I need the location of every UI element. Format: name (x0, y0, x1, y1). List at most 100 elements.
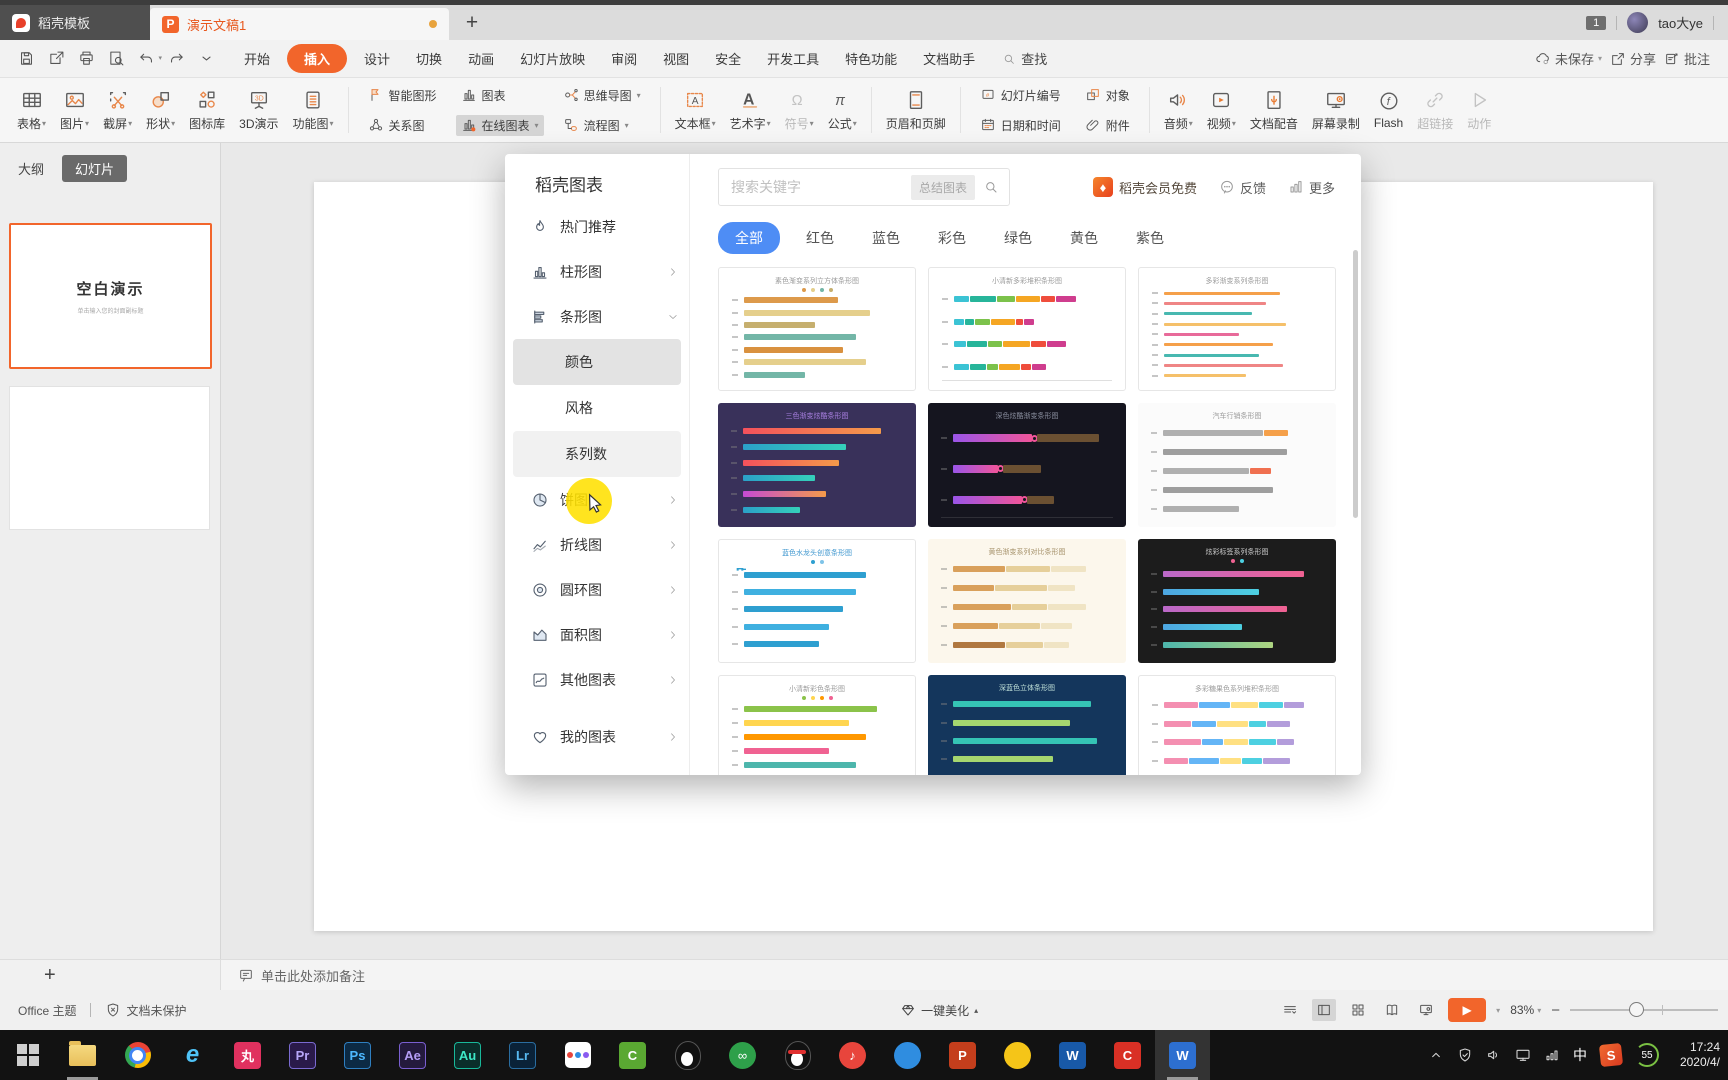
qq[interactable] (660, 1030, 715, 1080)
find-button[interactable]: 查找 (1002, 49, 1047, 68)
red-penguin-app[interactable] (770, 1030, 825, 1080)
redo-icon[interactable] (168, 50, 185, 67)
print-icon[interactable] (78, 50, 95, 67)
audition[interactable]: Au (440, 1030, 495, 1080)
photoshop[interactable]: Ps (330, 1030, 385, 1080)
toolbar-日期和时间-button[interactable]: 日期和时间 (975, 115, 1066, 136)
toolbar-附件-button[interactable]: 附件 (1080, 115, 1135, 136)
chart-template-card[interactable]: 黄色渐变系列对比条形图 (928, 539, 1126, 663)
toolbar-Flash-button[interactable]: f Flash (1367, 88, 1410, 132)
chart-menu-风格[interactable]: 风格 (505, 385, 689, 431)
color-tab-绿色[interactable]: 绿色 (992, 223, 1044, 253)
chart-search-box[interactable]: 总结图表 (718, 168, 1010, 206)
toolbar-表格-button[interactable]: 表格 ▾ (10, 87, 53, 134)
network-icon[interactable] (1544, 1047, 1560, 1063)
toolbar-截屏-button[interactable]: 截屏 ▾ (96, 87, 139, 134)
toolbar-文本框-button[interactable]: A 文本框 ▾ (668, 87, 723, 134)
share-button[interactable]: 分享 (1610, 49, 1656, 68)
ribbon-tab-文档助手[interactable]: 文档助手 (910, 44, 988, 73)
notes-toggle-button[interactable] (1278, 999, 1302, 1021)
after-effects[interactable]: Ae (385, 1030, 440, 1080)
camtasia[interactable]: C (605, 1030, 660, 1080)
document-protect-button[interactable]: 文档未保护 (105, 1002, 186, 1019)
chrome-browser[interactable] (110, 1030, 165, 1080)
music-app[interactable]: ♪ (825, 1030, 880, 1080)
lightroom[interactable]: Lr (495, 1030, 550, 1080)
internet-explorer[interactable]: e (165, 1030, 220, 1080)
window-count-badge[interactable]: 1 (1586, 15, 1607, 30)
office-theme-button[interactable]: Office 主题 (18, 1002, 76, 1019)
chart-menu-热门推荐[interactable]: 热门推荐 (505, 204, 689, 249)
new-tab-button[interactable]: + (449, 5, 495, 40)
save-icon[interactable] (18, 50, 35, 67)
ime-indicator[interactable]: 中 (1573, 1045, 1587, 1065)
chart-template-card[interactable]: 多彩渐变系列条形图 (1138, 267, 1336, 391)
search-icon[interactable] (983, 179, 999, 195)
toolbar-流程图-button[interactable]: 流程图 ▾ (558, 115, 646, 136)
play-slideshow-button[interactable]: ▶ (1448, 998, 1487, 1022)
chart-template-card[interactable]: 炫彩标签系列条形图 (1138, 539, 1336, 663)
undo-icon[interactable] (138, 50, 162, 67)
slide-sorter-view-button[interactable] (1346, 999, 1370, 1021)
chart-menu-我的图表[interactable]: 我的图表 (505, 714, 689, 759)
toolbar-公式-button[interactable]: π 公式 ▾ (821, 87, 864, 134)
color-tab-紫色[interactable]: 紫色 (1124, 223, 1176, 253)
ribbon-tab-视图[interactable]: 视图 (650, 44, 702, 73)
toolbar-页眉和页脚-button[interactable]: 页眉和页脚 (879, 87, 953, 134)
docer-templates-tab[interactable]: 稻壳模板 (0, 5, 150, 40)
red-square-app[interactable]: C (1100, 1030, 1155, 1080)
notes-input[interactable]: 单击此处添加备注 (220, 960, 1728, 990)
taskbar-clock[interactable]: 17:24 2020/4/ (1672, 1040, 1720, 1070)
chart-template-card[interactable]: 素色渐变系列立方体条形图 (718, 267, 916, 391)
presenter-view-button[interactable] (1414, 999, 1438, 1021)
toolbar-视频-button[interactable]: 视频 ▾ (1200, 87, 1243, 134)
comment-button[interactable]: 批注 (1664, 49, 1710, 68)
premiere[interactable]: Pr (275, 1030, 330, 1080)
ribbon-tab-特色功能[interactable]: 特色功能 (832, 44, 910, 73)
slide-thumbnail-2[interactable] (9, 386, 210, 530)
powerpoint[interactable]: P (935, 1030, 990, 1080)
feedback-button[interactable]: 反馈 (1219, 178, 1266, 197)
green-circle-app[interactable]: ∞ (715, 1030, 770, 1080)
add-slide-button[interactable]: + (0, 964, 220, 987)
chart-template-card[interactable]: 汽车行销条形图 (1138, 403, 1336, 527)
yellow-circle-app[interactable] (990, 1030, 1045, 1080)
chart-template-card[interactable]: 蓝色水龙头创意条形图 (718, 539, 916, 663)
chart-menu-其他图表[interactable]: 其他图表 (505, 657, 689, 702)
normal-view-button[interactable] (1312, 999, 1337, 1021)
toolbar-3D演示-button[interactable]: 3D 3D演示 (232, 87, 285, 134)
chart-menu-面积图[interactable]: 面积图 (505, 612, 689, 657)
toolbar-文档配音-button[interactable]: 文档配音 (1243, 87, 1305, 134)
toolbar-在线图表-button[interactable]: 在线图表 ▾ (455, 114, 544, 136)
toolbar-艺术字-button[interactable]: A 艺术字 ▾ (723, 87, 778, 134)
play-options-chevron-icon[interactable]: ▾ (1496, 1006, 1500, 1015)
toolbar-对象-button[interactable]: 对象 (1080, 85, 1135, 106)
ribbon-tab-设计[interactable]: 设计 (351, 44, 403, 73)
preview-icon[interactable] (108, 50, 125, 67)
ribbon-tab-安全[interactable]: 安全 (702, 44, 754, 73)
toolbar-功能图-button[interactable]: 功能图 ▾ (285, 87, 340, 134)
chart-menu-柱形图[interactable]: 柱形图 (505, 249, 689, 294)
chart-template-card[interactable]: 多彩糖果色系列堆积条形图 (1138, 675, 1336, 775)
toolbar-音频-button[interactable]: 音频 ▾ (1157, 87, 1200, 134)
toolbar-图标库-button[interactable]: 图标库 (182, 87, 232, 134)
volume-icon[interactable] (1486, 1047, 1502, 1063)
toolbar-屏幕录制-button[interactable]: 屏幕录制 (1305, 87, 1367, 134)
pink-app[interactable]: 丸 (220, 1030, 275, 1080)
toolbar-幻灯片编号-button[interactable]: # 幻灯片编号 (975, 85, 1066, 106)
chart-template-card[interactable]: 小清新彩色条形图 (718, 675, 916, 775)
zoom-level-button[interactable]: 83% ▾ (1510, 1003, 1541, 1017)
ribbon-tab-动画[interactable]: 动画 (455, 44, 507, 73)
chart-template-card[interactable]: 深色炫酷渐变条形图 (928, 403, 1126, 527)
reading-view-button[interactable] (1380, 999, 1404, 1021)
chart-template-card[interactable]: 三色渐变炫酷条形图 (718, 403, 916, 527)
tab-slides[interactable]: 幻灯片 (62, 155, 128, 182)
tray-expand-icon[interactable] (1428, 1047, 1444, 1063)
ribbon-tab-开发工具[interactable]: 开发工具 (754, 44, 832, 73)
chart-menu-系列数[interactable]: 系列数 (513, 431, 681, 477)
chart-menu-条形图[interactable]: 条形图 (505, 294, 689, 339)
chart-menu-颜色[interactable]: 颜色 (513, 339, 681, 385)
toolbar-图表-button[interactable]: 图表 (456, 85, 544, 106)
battery-indicator[interactable]: 55 (1635, 1043, 1659, 1067)
color-tab-黄色[interactable]: 黄色 (1058, 223, 1110, 253)
